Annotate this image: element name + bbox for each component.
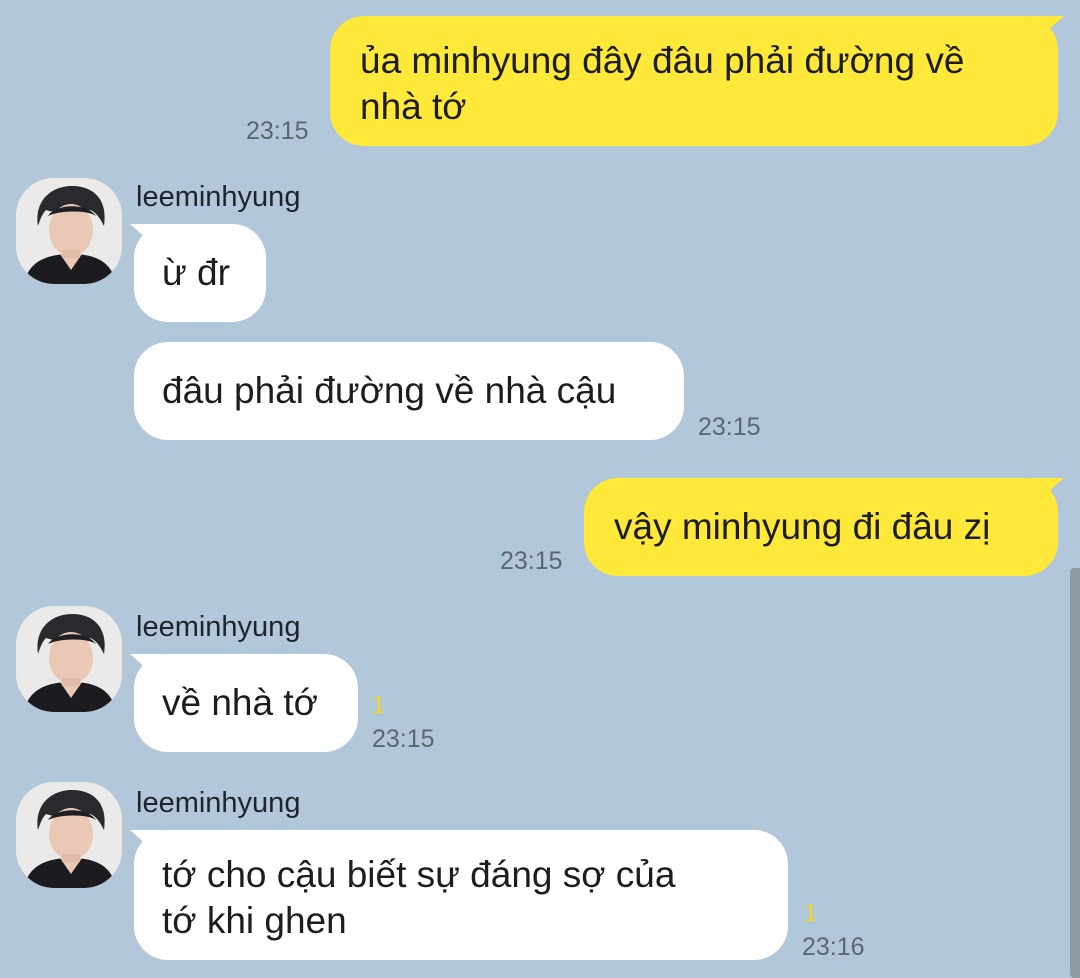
outgoing-message-bubble[interactable]: vậy minhyung đi đâu zị xyxy=(584,478,1058,576)
message-time: 23:15 xyxy=(698,413,761,441)
avatar[interactable] xyxy=(16,606,122,712)
outgoing-message-bubble[interactable]: ủa minhyung đây đâu phải đường về nhà tớ xyxy=(330,16,1058,146)
message-time: 23:15 xyxy=(372,725,435,753)
sender-name: leeminhyung xyxy=(136,611,301,643)
unread-count: 1 xyxy=(372,692,386,719)
sender-name: leeminhyung xyxy=(136,787,301,819)
unread-count: 1 xyxy=(804,900,818,927)
message-time: 23:15 xyxy=(500,547,563,575)
message-time: 23:16 xyxy=(802,933,865,961)
message-time: 23:15 xyxy=(246,117,309,145)
avatar[interactable] xyxy=(16,782,122,888)
chat-area[interactable]: 23:15 ủa minhyung đây đâu phải đường về … xyxy=(0,0,1080,978)
avatar-photo-icon xyxy=(16,178,122,284)
avatar[interactable] xyxy=(16,178,122,284)
incoming-message-bubble[interactable]: tớ cho cậu biết sự đáng sợ của tớ khi gh… xyxy=(134,830,788,960)
avatar-photo-icon xyxy=(16,606,122,712)
incoming-message-bubble[interactable]: ừ đr xyxy=(134,224,266,322)
incoming-message-bubble[interactable]: đâu phải đường về nhà cậu xyxy=(134,342,684,440)
avatar-photo-icon xyxy=(16,782,122,888)
incoming-message-bubble[interactable]: về nhà tớ xyxy=(134,654,358,752)
sender-name: leeminhyung xyxy=(136,181,301,213)
scrollbar[interactable] xyxy=(1070,568,1080,978)
